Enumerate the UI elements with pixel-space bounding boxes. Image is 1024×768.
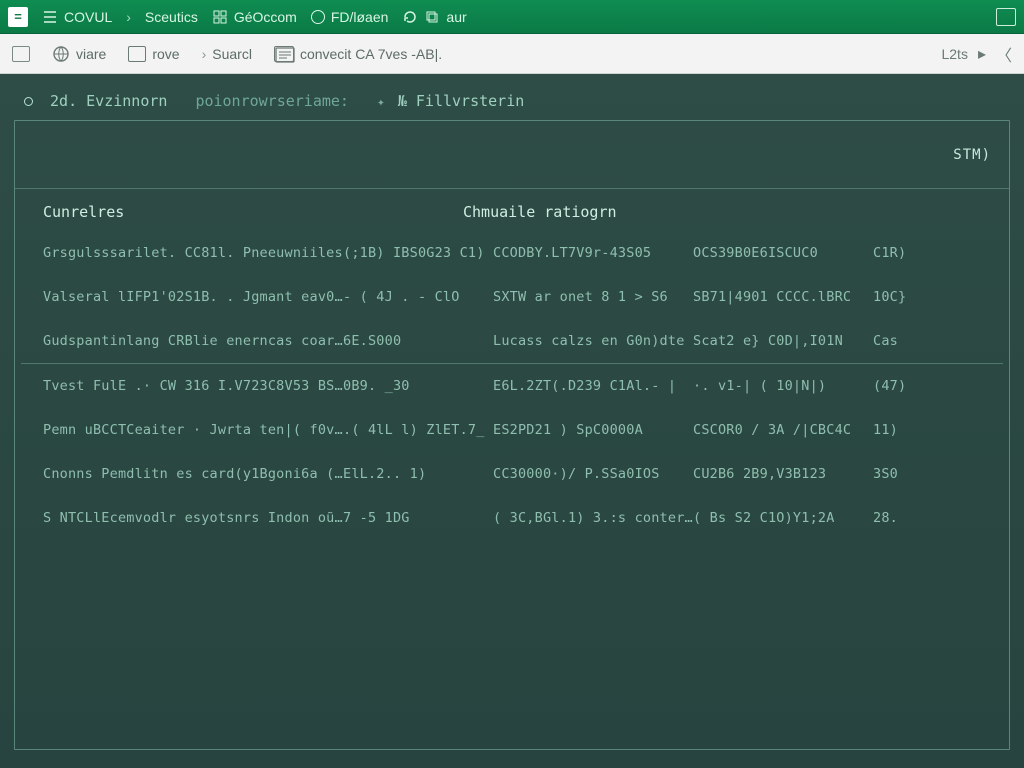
- toolbar-label: convecit CA 7ves -AB|.: [300, 46, 442, 62]
- grid-icon: [212, 9, 228, 25]
- globe-icon: [52, 45, 70, 63]
- cell: Gudspantinlang CRBlie enerncas coars l.e…: [43, 333, 343, 349]
- cell: OCS39B0E6ISCUC0: [693, 245, 873, 261]
- table-row[interactable]: S NTCLlEcemvodlr esyotsnrs Indon oũ CC (…: [21, 496, 1003, 540]
- form-icon: [274, 46, 294, 62]
- radio-icon: [24, 97, 33, 106]
- cell: Grsgulsssarilet. CC81l. Pneeuwniiles: [43, 245, 343, 261]
- ribbon-label: Sceutics: [145, 9, 198, 25]
- cell: Scat2 e} C0D|,I01N: [693, 333, 873, 349]
- cell: 0B9. _30: [343, 378, 493, 394]
- cell: CC30000·)/ P.SSa0IOS: [493, 466, 693, 482]
- table-row[interactable]: Gudspantinlang CRBlie enerncas coars l.e…: [21, 319, 1003, 363]
- toolbar-label: Suarcl: [212, 46, 252, 62]
- cell: (47): [873, 378, 981, 394]
- page-icon: [128, 46, 146, 62]
- ribbon-label: FD/løaen: [331, 9, 389, 25]
- toolbar-right-label: L2ts: [941, 46, 967, 62]
- cell: - ( 4J . - ClO: [343, 289, 493, 305]
- cell: .( 4lL l) ZlET.7_: [343, 422, 493, 438]
- toolbar-item-3[interactable]: convecit CA 7ves -AB|.: [274, 46, 442, 62]
- sparkle-icon: ✦: [377, 95, 385, 110]
- ribbon-item-2[interactable]: GéOccom: [212, 9, 297, 25]
- cell: 3S0: [873, 466, 981, 482]
- cell: Tvest FulE .· CW 316 I.V723C8V53 BSS10V: [43, 378, 343, 394]
- table-row[interactable]: Cnonns Pemdlitn es card(y1Bgoni6a (| 81 …: [21, 452, 1003, 496]
- chevron-right-icon: ›: [202, 46, 207, 62]
- cell: 10C}: [873, 289, 981, 305]
- cell: 6E.S000: [343, 333, 493, 349]
- play-icon[interactable]: ▸: [978, 44, 986, 64]
- column-header-right: Chmuaile ratiogrn: [463, 203, 617, 221]
- cell: 7 -5 1DG: [343, 510, 493, 526]
- toolbar-item-1[interactable]: rove: [128, 46, 179, 62]
- app-menu-button[interactable]: =: [8, 7, 28, 27]
- column-headers: Cunrelres Chmuaile ratiogrn: [15, 189, 1009, 225]
- toolbar-label: viare: [76, 46, 106, 62]
- tab-label: poionrowrseriame:: [195, 92, 349, 110]
- toolbar: viare rove › Suarcl convecit CA 7ves -AB…: [0, 34, 1024, 74]
- ribbon-item-0[interactable]: COVUL: [42, 9, 112, 25]
- table-row[interactable]: Grsgulsssarilet. CC81l. Pneeuwniiles (;1…: [21, 231, 1003, 275]
- ribbon-item-4[interactable]: aur: [402, 9, 466, 25]
- toolbar-label: rove: [152, 46, 179, 62]
- cell: ( Bs S2 C1O)Y1;2A: [693, 510, 873, 526]
- table-row[interactable]: Pemn uBCCTCeaiter · Jwrta ten|( f0vl. I …: [21, 408, 1003, 452]
- cell: Pemn uBCCTCeaiter · Jwrta ten|( f0vl. I …: [43, 422, 343, 438]
- cell: CCODBY.LT7V9r-43S05: [493, 245, 693, 261]
- list-icon: [42, 9, 58, 25]
- tab-label: № Fillvrsterin: [398, 92, 524, 110]
- ribbon-label: aur: [446, 9, 466, 25]
- cell: C1R): [873, 245, 981, 261]
- panel: STM) Cunrelres Chmuaile ratiogrn Grsguls…: [14, 120, 1010, 750]
- cell: ElL.2.. 1): [343, 466, 493, 482]
- cell: ES2PD21 ) SpC0000A: [493, 422, 693, 438]
- cell: CSCOR0 / 3A /|CBC4C: [693, 422, 873, 438]
- rows: Grsgulsssarilet. CC81l. Pneeuwniiles (;1…: [15, 225, 1009, 544]
- document-icon[interactable]: [12, 46, 30, 62]
- cell: CU2B6 2B9,V3B123: [693, 466, 873, 482]
- chevron-left-icon[interactable]: 〈: [996, 42, 1012, 66]
- window-control-icon[interactable]: [996, 8, 1016, 26]
- column-header-left: Cunrelres: [43, 203, 463, 221]
- cell: E6L.2ZT(.D239 C1Al.- |: [493, 378, 693, 394]
- ribbon-right: [996, 8, 1016, 26]
- toolbar-item-0[interactable]: viare: [52, 45, 106, 63]
- panel-corner-label: STM): [953, 147, 991, 163]
- ribbon: = COVUL › Sceutics GéOccom FD/løaen aur: [0, 0, 1024, 34]
- layers-icon: [424, 9, 440, 25]
- cell: Cas: [873, 333, 981, 349]
- cell: 28.: [873, 510, 981, 526]
- tab-c[interactable]: ✦ № Fillvrsterin: [377, 92, 524, 110]
- cell: SXTW ar onet 8 1 > S6: [493, 289, 693, 305]
- tab-b[interactable]: poionrowrseriame:: [195, 92, 349, 110]
- table-row[interactable]: Tvest FulE .· CW 316 I.V723C8V53 BSS10V …: [21, 363, 1003, 408]
- euro-icon: [311, 10, 325, 24]
- ribbon-label: GéOccom: [234, 9, 297, 25]
- tab-a[interactable]: 2d. Evzinnorn: [24, 92, 167, 110]
- ribbon-label: COVUL: [64, 9, 112, 25]
- refresh-icon: [402, 9, 418, 25]
- cell: S NTCLlEcemvodlr esyotsnrs Indon oũ CC (…: [43, 510, 343, 526]
- cell: 11): [873, 422, 981, 438]
- cell: SB71|4901 CCCC.lBRC: [693, 289, 873, 305]
- cell: Valseral lIFP1'02S1B. . Jgmant eav00 -- …: [43, 289, 343, 305]
- stage: 2d. Evzinnorn poionrowrseriame: ✦ № Fill…: [0, 74, 1024, 768]
- chevron-right-icon: ›: [126, 9, 131, 25]
- tab-label: 2d. Evzinnorn: [50, 92, 167, 110]
- cell: ·. v1-| ( 10|N|): [693, 378, 873, 394]
- cell: (;1B) IBS0G23 C1): [343, 245, 493, 261]
- toolbar-item-2[interactable]: › Suarcl: [202, 46, 252, 62]
- toolbar-right: L2ts ▸ 〈: [941, 42, 1012, 66]
- ribbon-item-1[interactable]: Sceutics: [145, 9, 198, 25]
- table-row[interactable]: Valseral lIFP1'02S1B. . Jgmant eav00 -- …: [21, 275, 1003, 319]
- tabs: 2d. Evzinnorn poionrowrseriame: ✦ № Fill…: [14, 88, 1010, 120]
- cell: Lucass calzs en G0n)dte: [493, 333, 693, 349]
- cell: Cnonns Pemdlitn es card(y1Bgoni6a (| 81 …: [43, 466, 343, 482]
- ribbon-item-3[interactable]: FD/løaen: [311, 9, 389, 25]
- panel-header: STM): [15, 121, 1009, 189]
- cell: ( 3C,BGl.1) 3.:s conter 5: [493, 510, 693, 526]
